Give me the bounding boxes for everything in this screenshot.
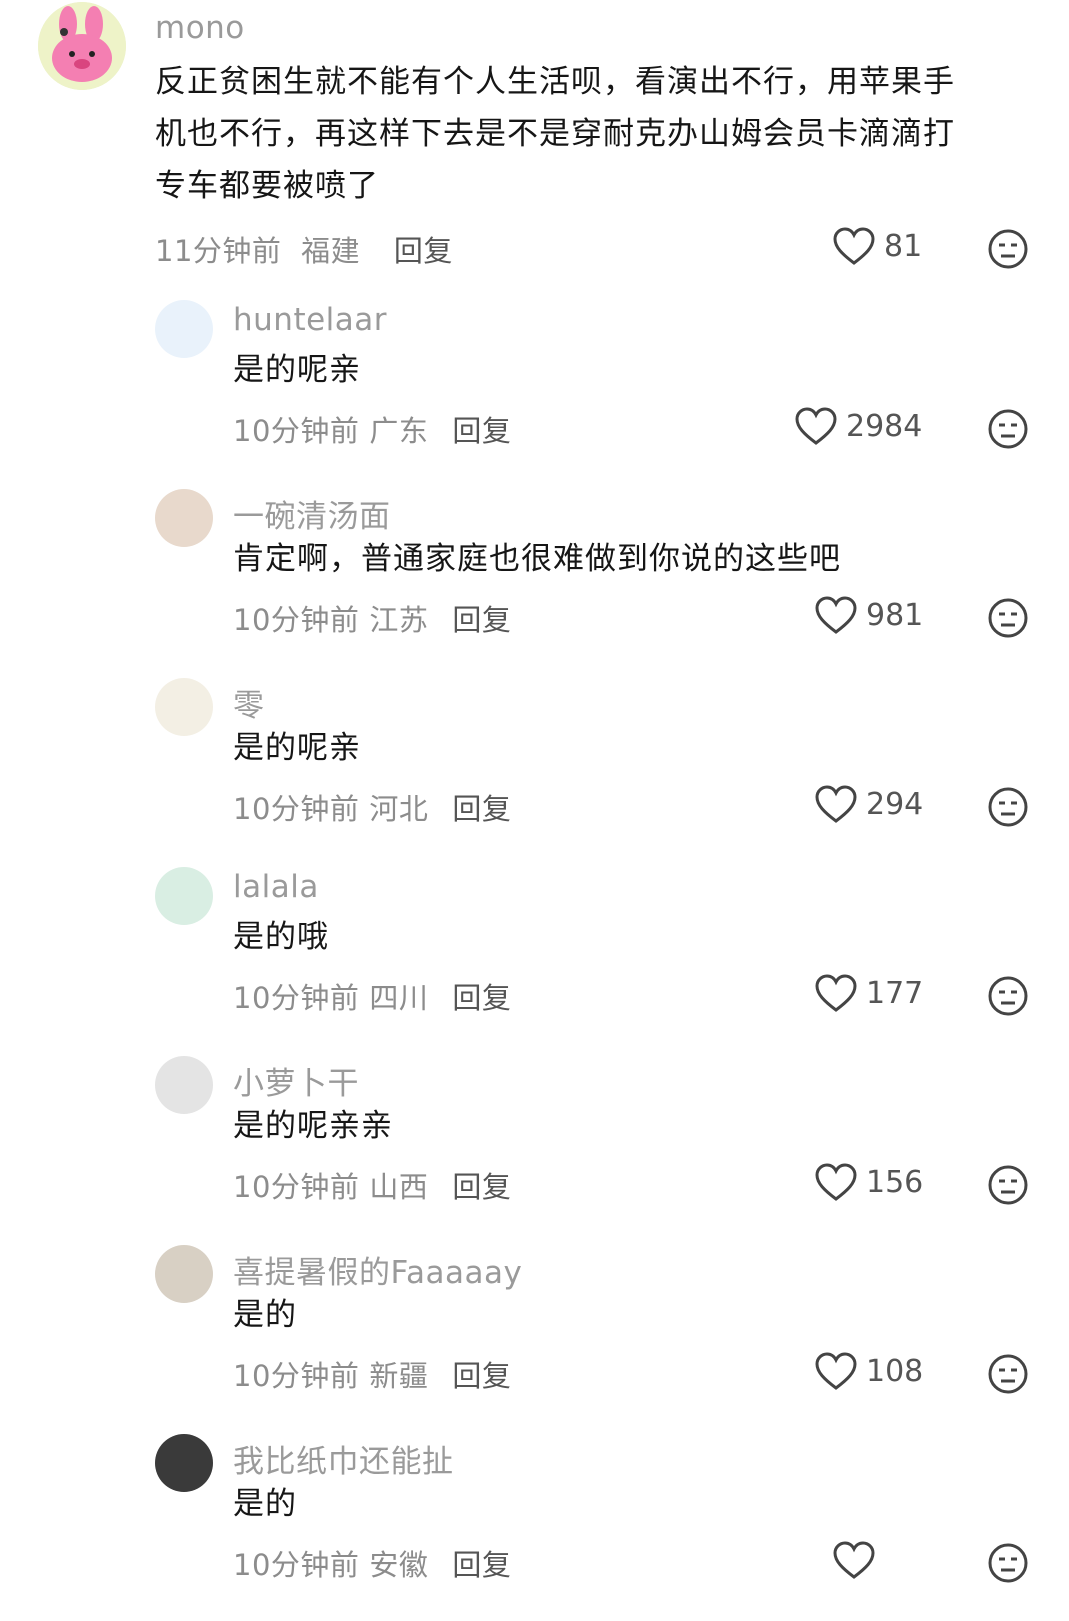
avatar[interactable]: [155, 1245, 213, 1303]
reply-time: 10分钟前: [233, 792, 360, 826]
like-count: 2984: [846, 408, 923, 444]
like-count: 981: [866, 597, 924, 633]
reply-text: 是的哦: [233, 919, 329, 955]
reply-username[interactable]: 零: [233, 680, 265, 725]
comment-meta: 11分钟前 福建 回复: [155, 228, 453, 270]
dislike-face-icon[interactable]: [987, 1164, 1029, 1206]
reply-meta: 10分钟前 江苏 回复: [233, 597, 511, 639]
reply-location: 广东: [369, 414, 429, 448]
heart-icon: [815, 1352, 857, 1390]
heart-icon: [815, 974, 857, 1012]
like-count: 81: [884, 228, 923, 264]
comment-location: 福建: [301, 234, 361, 268]
reply-meta: 10分钟前 山西 回复: [233, 1164, 511, 1206]
reply-username[interactable]: 喜提暑假的Faaaaay: [233, 1247, 522, 1292]
reply-time: 10分钟前: [233, 981, 360, 1015]
reply-username[interactable]: 小萝卜干: [233, 1058, 359, 1103]
reply-text: 是的: [233, 1486, 297, 1522]
reply-button[interactable]: 回复: [452, 792, 511, 826]
dislike-face-icon[interactable]: [987, 408, 1029, 450]
heart-icon: [833, 227, 875, 265]
avatar[interactable]: [155, 300, 213, 358]
like-count: 294: [866, 786, 924, 822]
reply-time: 10分钟前: [233, 414, 360, 448]
comment-text-line: 机也不行，再这样下去是不是穿耐克办山姆会员卡滴滴打: [155, 116, 955, 152]
reply-button[interactable]: 回复: [452, 1170, 511, 1204]
comment-username[interactable]: mono: [155, 10, 245, 46]
reply-meta: 10分钟前 四川 回复: [233, 975, 511, 1017]
reply-location: 四川: [369, 981, 429, 1015]
avatar[interactable]: [155, 867, 213, 925]
reply-username[interactable]: 一碗清汤面: [233, 491, 391, 536]
reply-location: 江苏: [369, 603, 429, 637]
like-count: 156: [866, 1164, 924, 1200]
like-button[interactable]: [832, 1540, 884, 1580]
heart-icon: [815, 1163, 857, 1201]
comment-text-line: 反正贫困生就不能有个人生活呗，看演出不行，用苹果手: [155, 64, 955, 100]
reply-text: 是的: [233, 1297, 297, 1333]
like-button[interactable]: 177: [814, 973, 923, 1013]
dislike-face-icon[interactable]: [987, 1353, 1029, 1395]
like-button[interactable]: 108: [814, 1351, 923, 1391]
like-count: 108: [866, 1353, 924, 1389]
reply-button[interactable]: 回复: [394, 234, 453, 268]
reply-time: 10分钟前: [233, 603, 360, 637]
reply-location: 新疆: [369, 1359, 429, 1393]
dislike-face-icon[interactable]: [987, 1542, 1029, 1584]
heart-icon: [833, 1541, 875, 1579]
dislike-face-icon[interactable]: [987, 786, 1029, 828]
reply-button[interactable]: 回复: [452, 1548, 511, 1582]
dislike-face-icon[interactable]: [987, 228, 1029, 270]
reply-location: 河北: [369, 792, 429, 826]
reply-time: 10分钟前: [233, 1170, 360, 1204]
like-count: 177: [866, 975, 924, 1011]
reply-username[interactable]: 我比纸巾还能扯: [233, 1436, 454, 1481]
avatar[interactable]: [155, 489, 213, 547]
like-button[interactable]: 81: [832, 226, 922, 266]
reply-location: 安徽: [369, 1548, 429, 1582]
comment-text-line: 专车都要被喷了: [155, 168, 379, 204]
dislike-face-icon[interactable]: [987, 975, 1029, 1017]
like-button[interactable]: 294: [814, 784, 923, 824]
reply-button[interactable]: 回复: [452, 603, 511, 637]
comment-time: 11分钟前: [155, 234, 282, 268]
heart-icon: [815, 785, 857, 823]
avatar[interactable]: [155, 678, 213, 736]
reply-meta: 10分钟前 新疆 回复: [233, 1353, 511, 1395]
like-button[interactable]: 156: [814, 1162, 923, 1202]
reply-text: 是的呢亲: [233, 730, 361, 766]
reply-meta: 10分钟前 河北 回复: [233, 786, 511, 828]
reply-time: 10分钟前: [233, 1359, 360, 1393]
reply-button[interactable]: 回复: [452, 414, 511, 448]
reply-username[interactable]: huntelaar: [233, 302, 387, 338]
reply-meta: 10分钟前 安徽 回复: [233, 1542, 511, 1584]
reply-text: 是的呢亲: [233, 352, 361, 388]
reply-button[interactable]: 回复: [452, 1359, 511, 1393]
reply-username[interactable]: lalala: [233, 869, 319, 905]
pink-bunny-avatar-icon: [38, 2, 126, 90]
reply-time: 10分钟前: [233, 1548, 360, 1582]
reply-button[interactable]: 回复: [452, 981, 511, 1015]
avatar[interactable]: [155, 1434, 213, 1492]
reply-text: 肯定啊，普通家庭也很难做到你说的这些吧: [233, 541, 841, 577]
like-button[interactable]: 981: [814, 595, 923, 635]
avatar[interactable]: [38, 2, 126, 90]
reply-text: 是的呢亲亲: [233, 1108, 393, 1144]
reply-meta: 10分钟前 广东 回复: [233, 408, 511, 450]
like-button[interactable]: 2984: [794, 406, 922, 446]
avatar[interactable]: [155, 1056, 213, 1114]
reply-location: 山西: [369, 1170, 429, 1204]
heart-icon: [815, 596, 857, 634]
heart-icon: [795, 407, 837, 445]
dislike-face-icon[interactable]: [987, 597, 1029, 639]
